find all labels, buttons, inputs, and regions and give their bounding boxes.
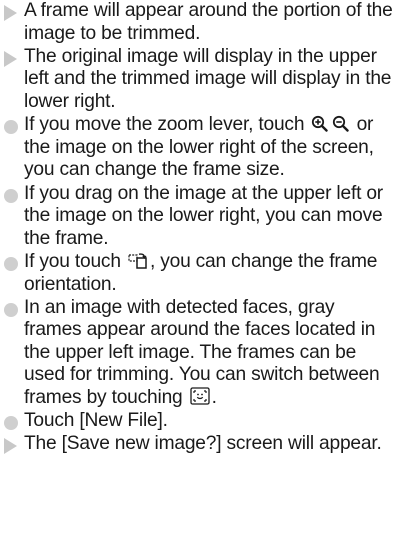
bullet-icon <box>2 256 18 272</box>
instruction-text: If you drag on the image at the upper le… <box>24 182 383 249</box>
zoom-in-icon <box>311 115 329 132</box>
instruction-item: A frame will appear around the portion o… <box>0 0 399 45</box>
instruction-text: The original image will display in the u… <box>24 45 392 112</box>
bullet-icon <box>2 119 18 135</box>
instruction-text: If you move the zoom lever, touch <box>24 114 310 136</box>
bullet-icon <box>2 415 18 431</box>
bullet-icon <box>2 188 18 204</box>
zoom-out-icon <box>332 115 350 132</box>
instruction-list: A frame will appear around the portion o… <box>0 0 399 457</box>
result-arrow-icon <box>2 438 18 455</box>
rotate-frame-icon <box>128 252 148 269</box>
bullet-icon <box>2 302 18 318</box>
instruction-item: The original image will display in the u… <box>0 46 399 114</box>
instruction-item: If you move the zoom lever, touch or the… <box>0 114 399 182</box>
instruction-text: A frame will appear around the portion o… <box>24 0 393 44</box>
instruction-item: If you touch , you can change the frame … <box>0 251 399 296</box>
instruction-text: Touch [New File]. <box>24 410 168 432</box>
instruction-item: If you drag on the image at the upper le… <box>0 183 399 251</box>
manual-page: A frame will appear around the portion o… <box>0 0 399 533</box>
instruction-text: . <box>211 387 217 409</box>
face-select-icon <box>190 387 210 405</box>
instruction-item: In an image with detected faces, gray fr… <box>0 297 399 410</box>
result-arrow-icon <box>2 5 18 21</box>
instruction-item: Touch [New File]. <box>0 410 399 433</box>
instruction-item: The [Save new image?] screen will appear… <box>0 433 399 456</box>
instruction-text: The [Save new image?] screen will appear… <box>24 433 382 455</box>
instruction-text: If you touch <box>24 250 126 272</box>
result-arrow-icon <box>2 50 18 67</box>
